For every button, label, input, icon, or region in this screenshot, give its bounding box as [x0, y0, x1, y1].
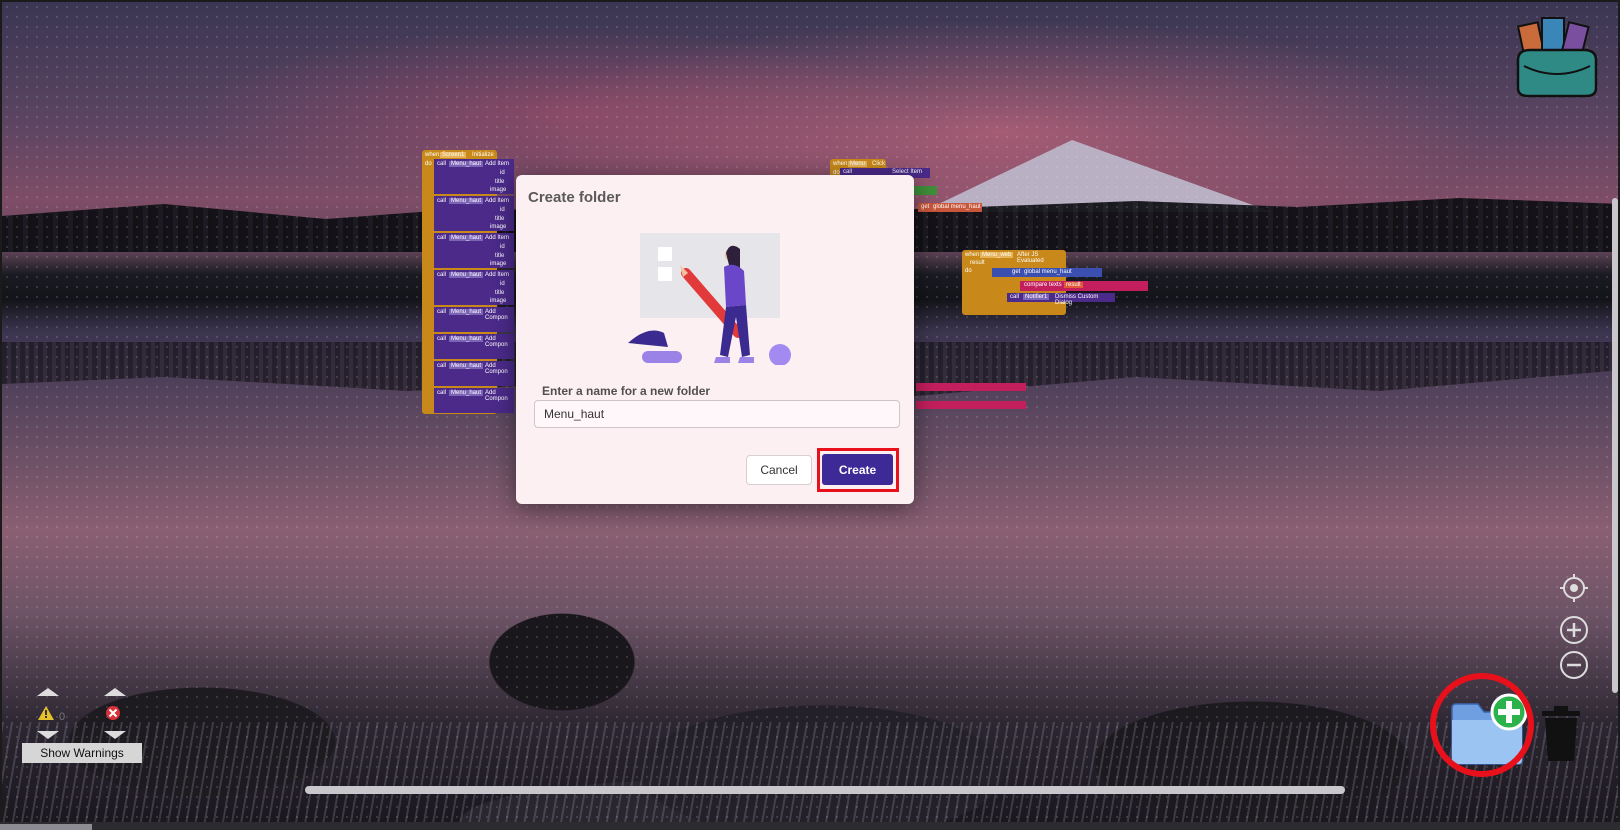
block-text: id [500, 281, 505, 287]
block-dropdown[interactable]: Notifier1 [1023, 294, 1050, 300]
block-text: id [500, 170, 505, 176]
block-text: image [490, 187, 507, 193]
block-dropdown[interactable]: Menu_haut [449, 390, 484, 396]
block-text: global menu_haut [933, 204, 981, 210]
block-dropdown[interactable]: Menu_haut [449, 309, 484, 315]
call-block[interactable]: call Menu_haut Add Compon [434, 361, 514, 386]
block-text: title [495, 253, 505, 259]
block-text: Add Compon [485, 363, 508, 375]
warning-down-arrow-icon [37, 731, 59, 739]
block-dropdown[interactable]: Menu_haut [449, 363, 484, 369]
error-up-arrow-icon [104, 688, 126, 696]
call-block[interactable]: call Menu_haut Add Item id title image [434, 196, 514, 231]
block-text: Add Item [485, 235, 510, 241]
call-block[interactable]: call Menu_haut Add Compon [434, 388, 514, 413]
block-text: image [490, 224, 507, 230]
block-text: Add Item [485, 161, 510, 167]
horizontal-scrollbar[interactable] [305, 786, 1345, 794]
bottom-bar-thumb[interactable] [0, 824, 92, 830]
text-block[interactable] [916, 401, 1026, 409]
warning-up-arrow-icon [37, 688, 59, 696]
block-text: call [437, 235, 447, 241]
error-icon [106, 706, 120, 720]
warning-icon [38, 706, 54, 720]
block-dropdown[interactable]: Menu_haut [449, 161, 484, 167]
crosshair-icon[interactable] [1559, 573, 1589, 603]
warning-count: 0 [59, 711, 66, 723]
call-block[interactable]: call Menu_haut Add Item id title image [434, 159, 514, 194]
block-dropdown[interactable]: Menu_web [980, 252, 1014, 258]
block-text: call [437, 309, 447, 315]
folder-name-label: Enter a name for a new folder [542, 384, 711, 398]
block-dropdown[interactable]: Menu [848, 161, 868, 167]
error-down-arrow-icon [104, 731, 126, 739]
block-text: image [490, 261, 507, 267]
block-text: title [495, 290, 505, 296]
block-text: result [1064, 282, 1083, 288]
cancel-button[interactable]: Cancel [746, 455, 812, 485]
block-dropdown[interactable]: Menu_haut [449, 272, 484, 278]
backpack-icon[interactable] [1512, 10, 1602, 100]
block-text: Click [872, 161, 885, 167]
block-text: get [1012, 269, 1021, 275]
block-text: Add Item [485, 272, 510, 278]
block-text: do [425, 161, 432, 167]
block-text: title [495, 216, 505, 222]
block-text: when [425, 152, 440, 158]
block-text: call [437, 390, 447, 396]
call-block[interactable]: call Menu_haut Add Item id title image [434, 233, 514, 268]
block-text: title [495, 179, 505, 185]
block-text: call [1010, 294, 1020, 300]
folder-add-highlight [1430, 673, 1534, 777]
block-text: call [437, 336, 447, 342]
block-text: image [490, 298, 507, 304]
block-dropdown[interactable]: Menu_haut [449, 235, 484, 241]
block-text: do [965, 268, 972, 274]
if-block[interactable]: get global menu_haut [992, 268, 1102, 277]
folder-name-input[interactable] [534, 400, 900, 428]
get-block[interactable]: get global menu_haut [918, 203, 982, 212]
call-block[interactable]: call Notifier1 Dismiss Custom Dialog [1007, 293, 1115, 306]
trash-icon[interactable] [1540, 705, 1582, 763]
vertical-scrollbar[interactable] [1612, 198, 1618, 693]
block-text: Add Compon [485, 336, 508, 348]
block-text: get [921, 204, 930, 210]
block-text: After JS Evaluated [1017, 252, 1044, 264]
block-text: call [437, 272, 447, 278]
zoom-out-icon[interactable] [1559, 650, 1589, 680]
block-text: Dismiss Custom Dialog [1055, 294, 1099, 306]
block-text: compare texts [1024, 282, 1062, 288]
call-block[interactable]: call Menu_haut Add Compon [434, 307, 514, 332]
compare-block[interactable]: compare texts result [1020, 281, 1148, 291]
block-text: call [437, 198, 447, 204]
block-text: when [833, 161, 848, 167]
block-text: call [437, 363, 447, 369]
dialog-title: Create folder [528, 189, 621, 206]
block-dropdown[interactable]: Menu_haut [449, 336, 484, 342]
block-dropdown[interactable]: Screen1 [440, 152, 467, 158]
block-text: when [965, 252, 980, 258]
block-text: global menu_haut [1024, 269, 1072, 275]
show-warnings-button[interactable]: Show Warnings [22, 743, 142, 763]
call-block[interactable]: call Menu_haut Add Item id title image [434, 270, 514, 305]
zoom-in-icon[interactable] [1559, 615, 1589, 645]
call-block[interactable]: call Menu_haut Add Compon [434, 334, 514, 359]
block-text: Add Item [485, 198, 510, 204]
folder-illustration [628, 225, 798, 366]
block-text: Add Compon [485, 309, 508, 321]
block-text: result [970, 260, 985, 266]
create-button[interactable]: Create [822, 454, 893, 485]
text-block[interactable] [916, 383, 1026, 391]
block-dropdown[interactable]: Menu_haut [449, 198, 484, 204]
block-text: id [500, 207, 505, 213]
block-text: id [500, 244, 505, 250]
create-folder-dialog: Create folder Enter a name for a new fol… [516, 175, 914, 504]
block-text: Initialize [472, 152, 494, 158]
bottom-bar [0, 822, 1620, 830]
block-text: Add Compon [485, 390, 508, 402]
block-text: call [437, 161, 447, 167]
